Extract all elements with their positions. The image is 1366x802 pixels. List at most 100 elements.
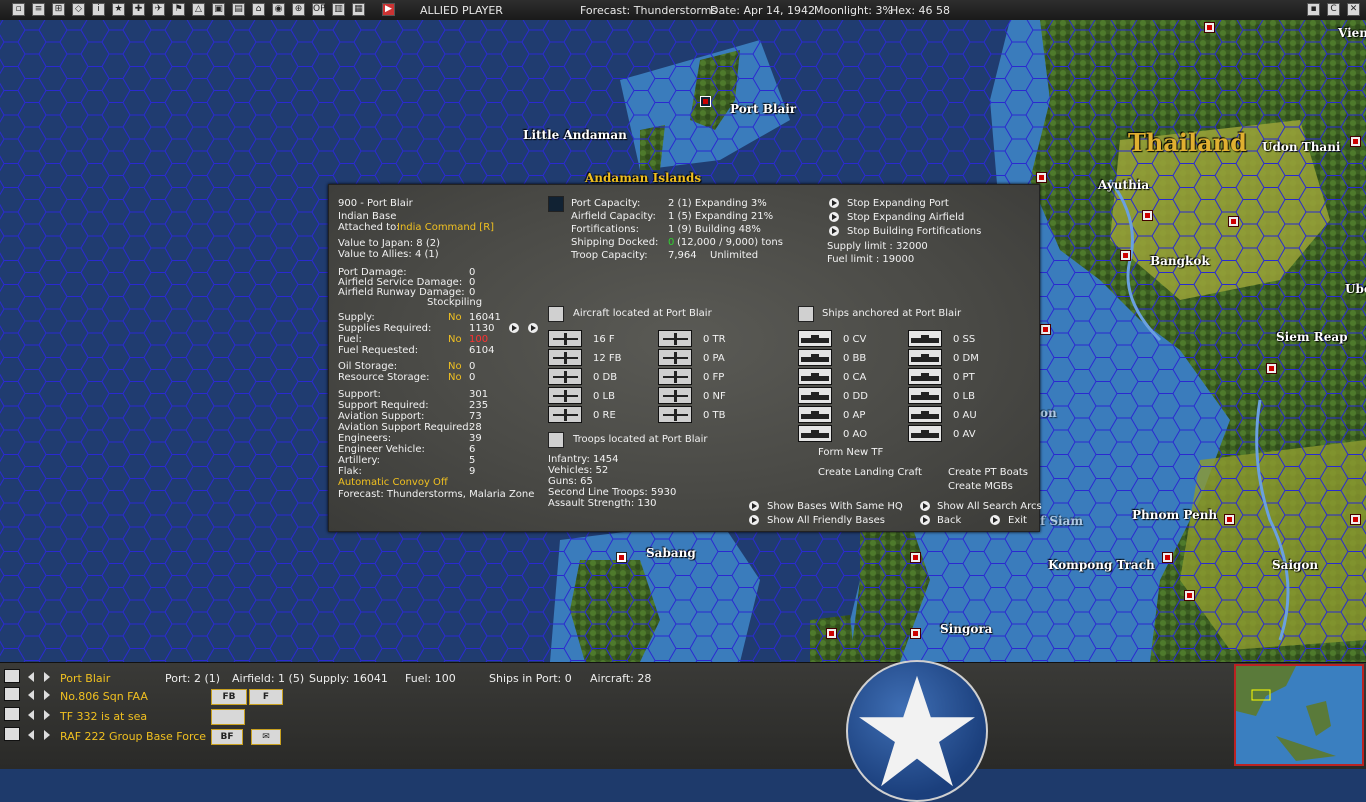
arrow-icon[interactable] xyxy=(829,198,839,208)
aircraft-type-icon[interactable] xyxy=(658,330,692,347)
ship-icon[interactable]: ◇ xyxy=(72,3,85,16)
resource-storage-flag[interactable]: No xyxy=(448,372,462,383)
stop-expanding-airfield-button[interactable]: Stop Expanding Airfield xyxy=(847,212,964,223)
group-icon[interactable]: ⊞ xyxy=(52,3,65,16)
plane-icon[interactable] xyxy=(4,687,20,701)
medal-icon[interactable]: ★ xyxy=(112,3,125,16)
ship-type-icon[interactable] xyxy=(908,406,942,423)
base-marker[interactable] xyxy=(1204,22,1215,33)
place-little-andaman[interactable]: Little Andaman xyxy=(523,128,627,142)
arrow-icon[interactable] xyxy=(749,501,759,511)
ship-type-icon[interactable] xyxy=(798,368,832,385)
base-marker[interactable] xyxy=(826,628,837,639)
show-bases-same-hq-button[interactable]: Show Bases With Same HQ xyxy=(767,501,903,512)
intel-icon[interactable]: ▥ xyxy=(332,3,345,16)
decrease-arrow-icon[interactable] xyxy=(509,323,519,333)
anchor-icon[interactable] xyxy=(4,669,20,683)
aircraft-type-icon[interactable] xyxy=(658,368,692,385)
base-marker[interactable] xyxy=(1350,514,1361,525)
oil-storage-flag[interactable]: No xyxy=(448,361,462,372)
ship-type-icon[interactable] xyxy=(798,406,832,423)
next-arrow-icon[interactable] xyxy=(44,672,50,682)
ship-type-icon[interactable] xyxy=(908,330,942,347)
arrow-icon[interactable] xyxy=(749,515,759,525)
show-search-arcs-button[interactable]: Show All Search Arcs xyxy=(937,501,1042,512)
base-marker[interactable] xyxy=(1266,363,1277,374)
globe-icon[interactable]: ◉ xyxy=(272,3,285,16)
ship-type-icon[interactable] xyxy=(798,425,832,442)
aircraft-type-icon[interactable] xyxy=(548,368,582,385)
base-marker[interactable] xyxy=(1228,216,1239,227)
exit-arrow-icon[interactable] xyxy=(990,515,1000,525)
prev-arrow-icon[interactable] xyxy=(28,690,34,700)
cargo-icon[interactable]: C xyxy=(1327,3,1340,16)
aircraft-type-icon[interactable] xyxy=(548,330,582,347)
place-phnom-penh[interactable]: Phnom Penh xyxy=(1132,508,1217,522)
prev-arrow-icon[interactable] xyxy=(28,730,34,740)
stop-building-fortifications-button[interactable]: Stop Building Fortifications xyxy=(847,226,981,237)
map-icon[interactable]: ▫ xyxy=(12,3,25,16)
fighter-button[interactable]: F xyxy=(249,689,283,705)
dutch-flag-marker[interactable] xyxy=(616,552,627,563)
place-ayuthia[interactable]: Ayuthia xyxy=(1098,178,1149,192)
place-andaman-islands[interactable]: Andaman Islands xyxy=(585,171,701,185)
base-marker[interactable] xyxy=(910,628,921,639)
ship-icon[interactable] xyxy=(4,707,20,721)
arrow-icon[interactable] xyxy=(829,212,839,222)
ship-type-icon[interactable] xyxy=(908,349,942,366)
aircraft-type-icon[interactable] xyxy=(548,387,582,404)
play-icon[interactable]: ▶ xyxy=(382,3,395,16)
close-icon[interactable]: ✕ xyxy=(1347,3,1360,16)
place-thailand[interactable]: Thailand xyxy=(1128,128,1247,157)
convoy-icon[interactable]: ⌂ xyxy=(252,3,265,16)
next-arrow-icon[interactable] xyxy=(44,690,50,700)
selected-squadron-name[interactable]: No.806 Sqn FAA xyxy=(60,690,148,703)
stockpiling-toggle[interactable]: Stockpiling xyxy=(427,297,482,308)
show-friendly-bases-button[interactable]: Show All Friendly Bases xyxy=(767,515,885,526)
back-arrow-icon[interactable] xyxy=(920,515,930,525)
uk-flag-marker[interactable] xyxy=(700,96,711,107)
automatic-convoy-toggle[interactable]: Automatic Convoy Off xyxy=(338,477,448,488)
next-arrow-icon[interactable] xyxy=(44,730,50,740)
report-icon[interactable]: ▦ xyxy=(352,3,365,16)
base-marker[interactable] xyxy=(910,552,921,563)
base-force-button[interactable]: BF xyxy=(211,729,243,745)
target-icon[interactable]: ✚ xyxy=(132,3,145,16)
selected-taskforce-name[interactable]: TF 332 is at sea xyxy=(60,710,147,723)
minimap[interactable] xyxy=(1234,664,1364,766)
ship-type-icon[interactable] xyxy=(798,330,832,347)
supply-flag[interactable]: No xyxy=(448,312,462,323)
place-bangkok[interactable]: Bangkok xyxy=(1150,254,1210,268)
place-port-blair[interactable]: Port Blair xyxy=(730,102,796,116)
stop-expanding-port-button[interactable]: Stop Expanding Port xyxy=(847,198,949,209)
place-saigon[interactable]: Saigon xyxy=(1272,558,1318,572)
ship-type-icon[interactable] xyxy=(798,387,832,404)
envelope-icon[interactable]: ✉ xyxy=(251,729,281,745)
prev-arrow-icon[interactable] xyxy=(28,672,34,682)
ship-type-icon[interactable] xyxy=(908,368,942,385)
aircraft-type-icon[interactable] xyxy=(658,387,692,404)
place-singora[interactable]: Singora xyxy=(940,622,992,636)
base-marker[interactable] xyxy=(1162,552,1173,563)
base-marker[interactable] xyxy=(1120,250,1131,261)
fighter-bomber-button[interactable]: FB xyxy=(211,689,247,705)
selected-unit-name[interactable]: RAF 222 Group Base Force xyxy=(60,730,206,743)
ship-type-icon[interactable] xyxy=(908,425,942,442)
attached-hq-link[interactable]: India Command [R] xyxy=(397,222,494,233)
flag-icon[interactable]: ▪ xyxy=(1307,3,1320,16)
aircraft-type-icon[interactable] xyxy=(548,406,582,423)
create-mgbs-button[interactable]: Create MGBs xyxy=(948,481,1013,492)
place-sabang[interactable]: Sabang xyxy=(646,546,696,560)
form-new-tf-button[interactable]: Form New TF xyxy=(818,447,883,458)
supply-icon[interactable]: ▤ xyxy=(232,3,245,16)
aircraft-type-icon[interactable] xyxy=(658,406,692,423)
place-siem-reap[interactable]: Siem Reap xyxy=(1276,330,1348,344)
plane-icon[interactable]: ✈ xyxy=(152,3,165,16)
place-ubo[interactable]: Ubo xyxy=(1345,282,1366,296)
flag-icon[interactable] xyxy=(4,727,20,741)
arrow-icon[interactable] xyxy=(829,226,839,236)
aircraft-type-icon[interactable] xyxy=(658,349,692,366)
document-icon[interactable]: ≡ xyxy=(32,3,45,16)
create-landing-craft-button[interactable]: Create Landing Craft xyxy=(818,467,922,478)
next-arrow-icon[interactable] xyxy=(44,710,50,720)
